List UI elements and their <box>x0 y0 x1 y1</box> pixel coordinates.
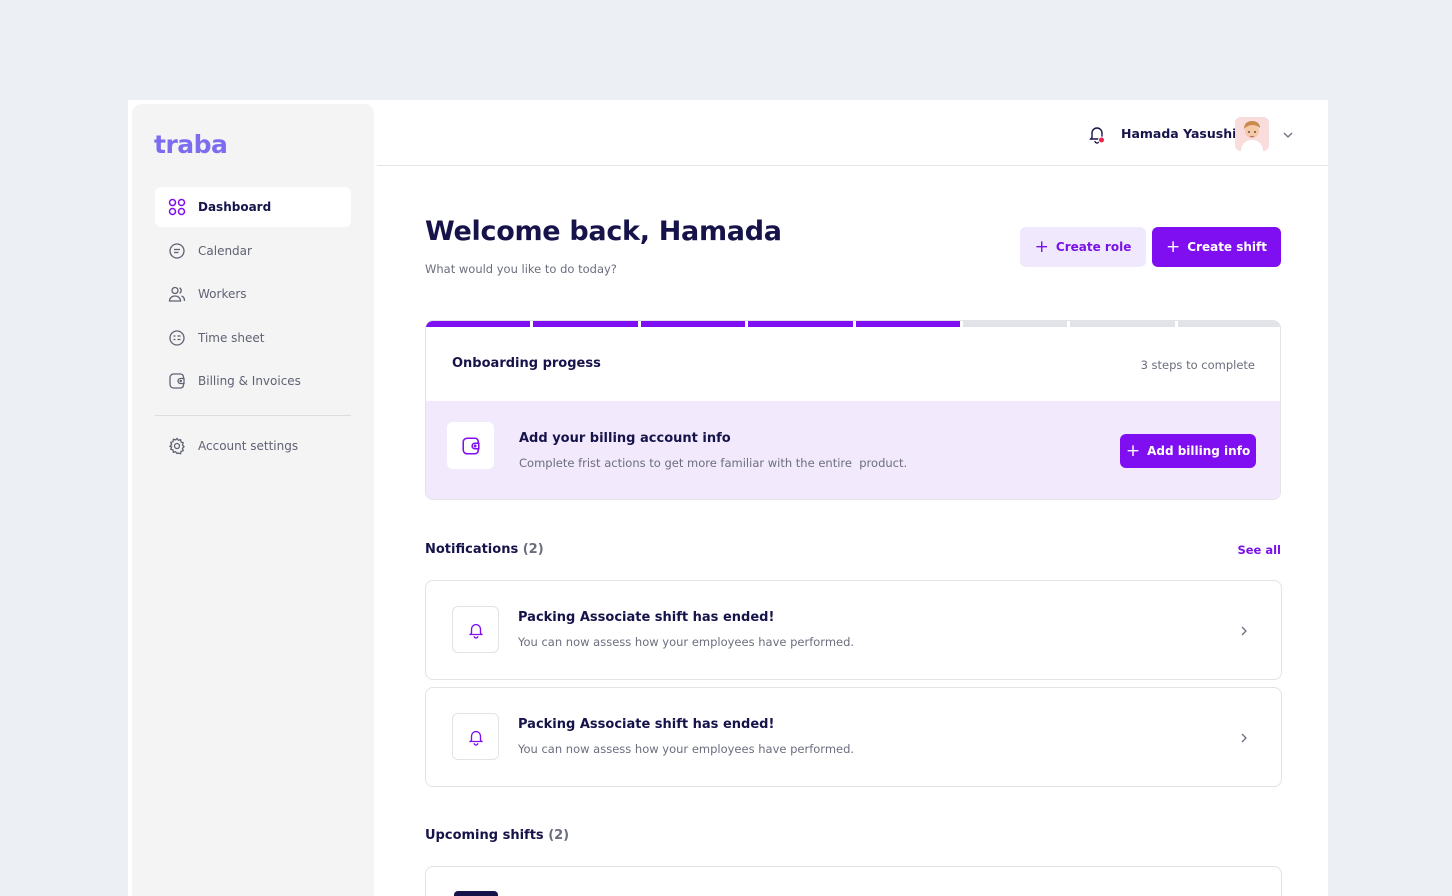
timesheet-icon <box>168 329 186 347</box>
bell-icon <box>452 606 499 653</box>
gear-icon <box>168 437 186 455</box>
app-window: traba Dashboard Calendar Workers Time sh… <box>128 100 1328 896</box>
sidebar-divider <box>155 415 351 416</box>
page-title: Welcome back, Hamada <box>425 216 782 247</box>
top-bar: Hamada Yasushi <box>377 100 1328 166</box>
notifications-title: Notifications <box>425 542 519 557</box>
plus-icon: + <box>1125 440 1141 461</box>
progress-segment <box>640 321 746 327</box>
plus-icon: + <box>1034 236 1049 257</box>
progress-segment <box>426 321 531 327</box>
sidebar-item-dashboard[interactable]: Dashboard <box>155 187 351 227</box>
users-icon <box>168 285 186 303</box>
see-all-link[interactable]: See all <box>1237 543 1281 557</box>
billing-task-title: Add your billing account info <box>519 431 731 446</box>
chevron-down-icon[interactable] <box>1281 127 1295 146</box>
sidebar-item-calendar[interactable]: Calendar <box>155 231 351 271</box>
sidebar-item-label: Workers <box>198 287 247 301</box>
notification-title: Packing Associate shift has ended! <box>518 610 775 625</box>
notification-item[interactable]: Packing Associate shift has ended! You c… <box>425 580 1282 680</box>
notification-title: Packing Associate shift has ended! <box>518 717 775 732</box>
add-billing-info-button[interactable]: + Add billing info <box>1120 434 1256 468</box>
progress-segment <box>533 321 638 327</box>
progress-segment <box>855 321 960 327</box>
create-role-button[interactable]: + Create role <box>1020 227 1146 267</box>
sidebar-item-label: Dashboard <box>198 200 272 214</box>
sidebar-item-label: Billing & Invoices <box>198 374 301 388</box>
page-subtitle: What would you like to do today? <box>425 262 617 276</box>
sidebar-item-billing[interactable]: Billing & Invoices <box>155 361 351 401</box>
onboarding-title: Onboarding progess <box>452 356 601 371</box>
sidebar-item-timesheet[interactable]: Time sheet <box>155 318 351 358</box>
traba-logo[interactable]: traba <box>154 130 228 159</box>
bell-icon[interactable] <box>1087 124 1107 148</box>
upcoming-shift-card[interactable] <box>425 866 1282 896</box>
upcoming-shifts-heading: Upcoming shifts (2) <box>425 828 569 843</box>
main-content: Hamada Yasushi Welcome back, Hamada What… <box>377 100 1328 896</box>
notification-subtitle: You can now assess how your employees ha… <box>518 742 855 756</box>
plus-icon: + <box>1165 236 1181 257</box>
shift-thumbnail <box>454 891 498 896</box>
wallet-icon <box>168 372 186 390</box>
add-billing-info-label: Add billing info <box>1147 444 1251 458</box>
notification-subtitle: You can now assess how your employees ha… <box>518 635 855 649</box>
onboarding-progress-bar <box>426 321 1280 327</box>
progress-segment <box>1070 321 1175 327</box>
progress-segment <box>748 321 853 327</box>
create-role-label: Create role <box>1055 240 1132 254</box>
user-name[interactable]: Hamada Yasushi <box>1121 126 1236 141</box>
notification-item[interactable]: Packing Associate shift has ended! You c… <box>425 687 1282 787</box>
calendar-icon <box>168 242 186 260</box>
bell-icon <box>452 713 499 760</box>
sidebar-item-label: Calendar <box>198 243 252 258</box>
onboarding-steps-text: 3 steps to complete <box>1140 358 1255 372</box>
create-shift-button[interactable]: + Create shift <box>1152 227 1281 267</box>
sidebar-nav: Dashboard Calendar Workers Time sheet Bi… <box>155 187 351 470</box>
notifications-heading: Notifications (2) <box>425 542 544 557</box>
upcoming-shifts-count: (2) <box>548 828 570 843</box>
user-avatar[interactable] <box>1235 117 1269 151</box>
sidebar: traba Dashboard Calendar Workers Time sh… <box>132 104 374 896</box>
upcoming-shifts-title: Upcoming shifts <box>425 828 544 843</box>
sidebar-item-workers[interactable]: Workers <box>155 274 351 314</box>
sidebar-item-account-settings[interactable]: Account settings <box>155 426 351 466</box>
sidebar-item-label: Account settings <box>198 439 299 453</box>
sidebar-item-label: Time sheet <box>198 330 265 345</box>
progress-segment <box>1177 321 1280 327</box>
billing-task-row: Add your billing account info Complete f… <box>426 401 1280 499</box>
create-shift-label: Create shift <box>1187 240 1268 254</box>
progress-segment <box>962 321 1068 327</box>
chevron-right-icon <box>1237 623 1251 642</box>
billing-task-subtitle: Complete frist actions to get more famil… <box>519 456 908 470</box>
onboarding-card: Onboarding progess 3 steps to complete A… <box>425 320 1281 500</box>
chevron-right-icon <box>1237 730 1251 749</box>
notifications-count: (2) <box>522 542 544 557</box>
grid-icon <box>168 198 186 216</box>
wallet-icon <box>447 422 494 469</box>
